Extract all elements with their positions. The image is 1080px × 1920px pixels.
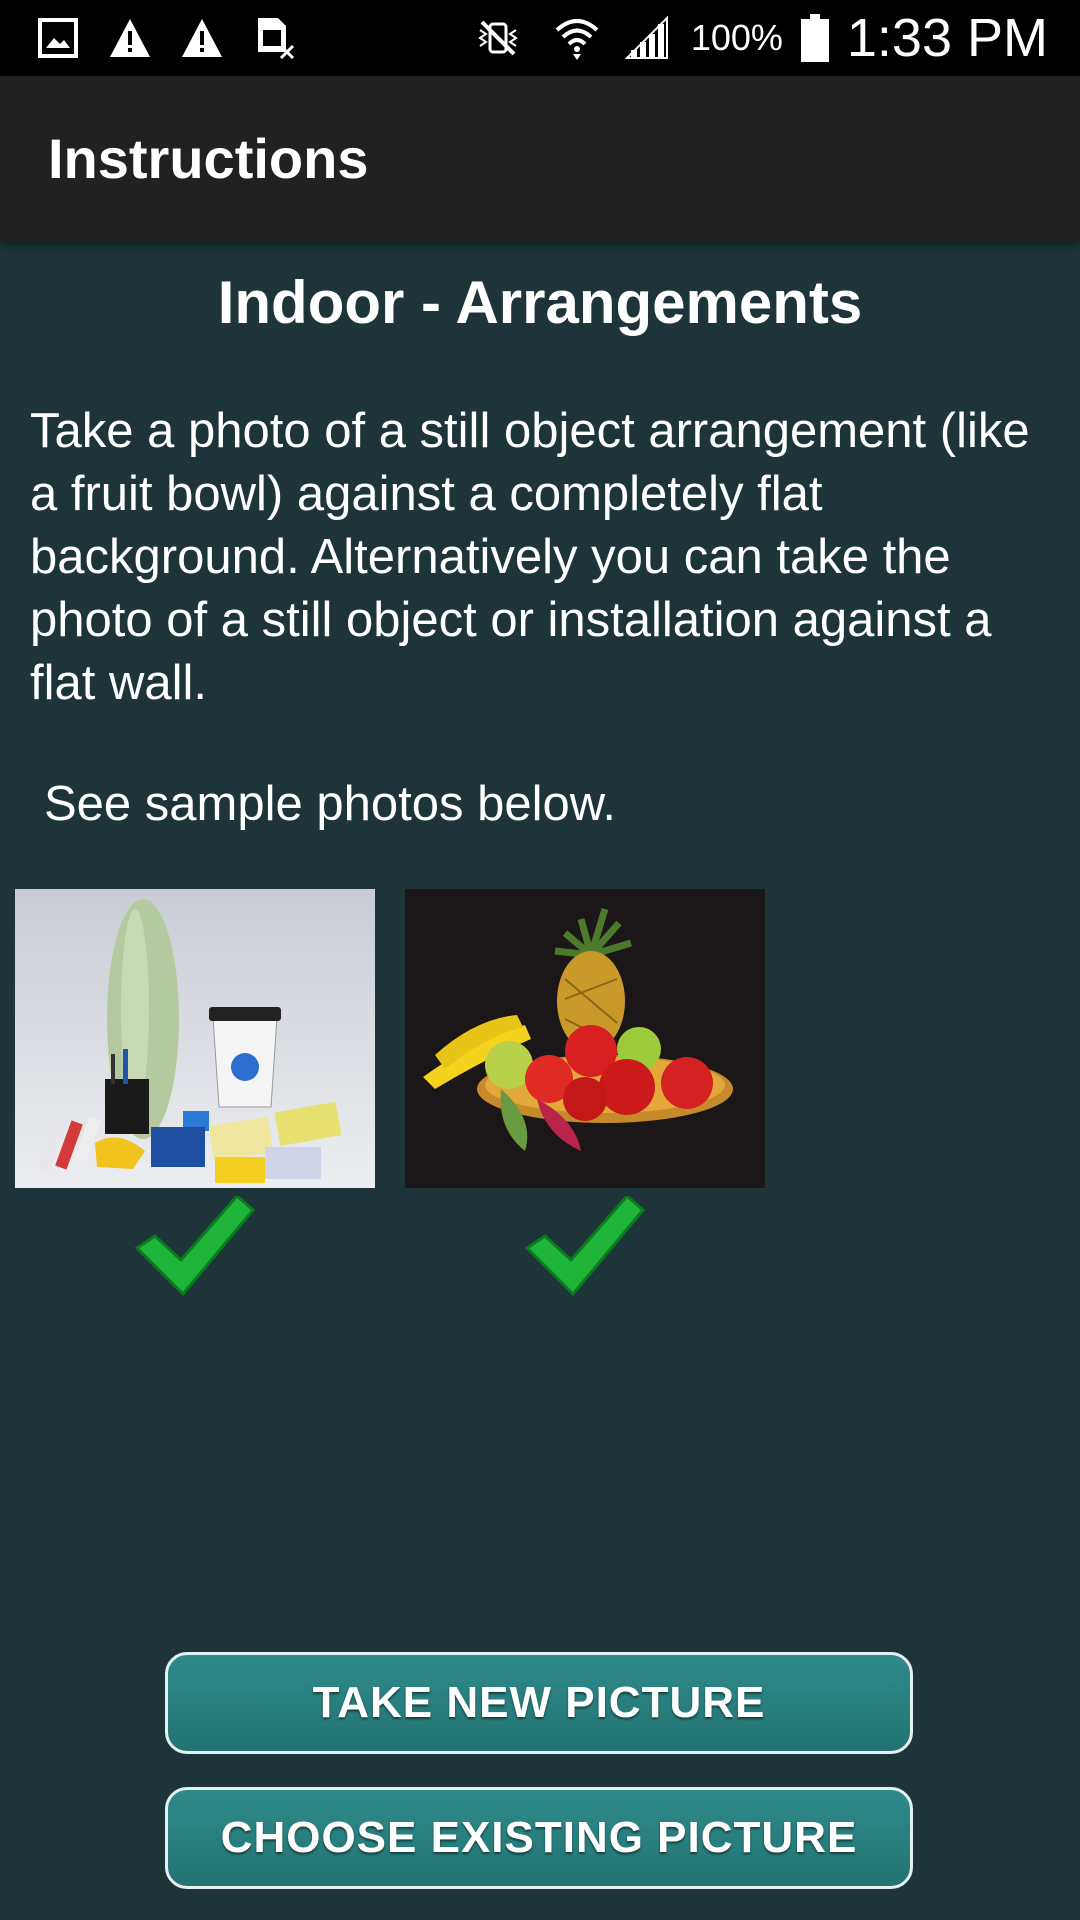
app-bar-title: Instructions <box>48 127 369 190</box>
app-bar: Instructions <box>0 76 1080 242</box>
notification-icons <box>36 14 296 62</box>
status-bar: 100% 1:33 PM <box>0 0 1080 76</box>
take-new-picture-button[interactable]: TAKE NEW PICTURE <box>165 1652 913 1754</box>
sample-note: See sample photos below. <box>44 777 617 831</box>
approved-check-icon <box>523 1196 647 1296</box>
wifi-icon <box>551 16 603 60</box>
sim-card-icon <box>252 16 296 60</box>
gallery-icon <box>36 16 80 60</box>
page-heading: Indoor - Arrangements <box>217 269 863 336</box>
battery-percentage: 100% <box>690 17 783 58</box>
vibrate-icon <box>463 16 533 60</box>
warning-icon <box>180 16 224 60</box>
signal-icon <box>621 16 673 60</box>
sample-photo-objects <box>15 889 375 1188</box>
battery-icon <box>800 14 829 62</box>
approved-check-icon <box>133 1196 257 1296</box>
clock: 1:33 PM <box>846 8 1048 68</box>
sample-photo-fruit <box>405 889 765 1188</box>
warning-icon <box>108 16 152 60</box>
instructions-text: Take a photo of a still object arrangeme… <box>30 404 1030 710</box>
choose-existing-picture-button[interactable]: CHOOSE EXISTING PICTURE <box>165 1787 913 1889</box>
system-icons: 100% 1:33 PM <box>463 0 1048 76</box>
